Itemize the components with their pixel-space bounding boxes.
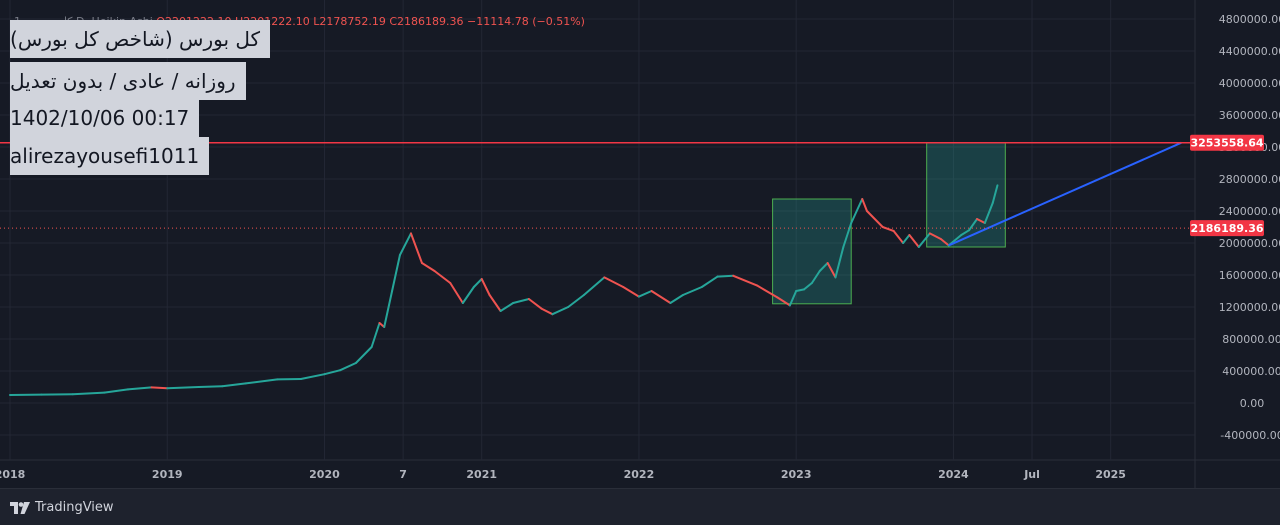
- footer-bar: TradingView: [0, 488, 1280, 525]
- price-label: 2186189.36: [1190, 222, 1263, 235]
- annotation-datetime[interactable]: 1402/10/06 00:17: [10, 99, 199, 137]
- annotation-subtitle[interactable]: روزانه / عادی / بدون تعدیل: [10, 62, 246, 100]
- x-tick-label: 2024: [938, 468, 969, 481]
- close-value: C2186189.36: [389, 15, 463, 28]
- y-tick-label: 2800000.00: [1219, 173, 1280, 186]
- y-tick-label: 4400000.00: [1219, 45, 1280, 58]
- y-tick-label: 4800000.00: [1219, 13, 1280, 26]
- change-value: −11114.78 (−0.51%): [467, 15, 585, 28]
- y-tick-label: 1200000.00: [1219, 301, 1280, 314]
- x-tick-label: 2018: [0, 468, 25, 481]
- price-segment: [152, 387, 168, 388]
- price-segment: [167, 387, 198, 388]
- x-tick-label: 2025: [1095, 468, 1126, 481]
- y-tick-label: 3600000.00: [1219, 109, 1280, 122]
- y-tick-label: 1600000.00: [1219, 269, 1280, 282]
- x-tick-label: Jul: [1023, 468, 1040, 481]
- y-tick-label: -400000.00: [1220, 429, 1280, 442]
- annotation-author[interactable]: alirezayousefi1011: [10, 137, 209, 175]
- price-segment: [718, 276, 734, 277]
- y-tick-label: 2400000.00: [1219, 205, 1280, 218]
- x-tick-label: 7: [399, 468, 407, 481]
- y-tick-label: 2000000.00: [1219, 237, 1280, 250]
- y-tick-label: 800000.00: [1222, 333, 1280, 346]
- y-tick-label: 4000000.00: [1219, 77, 1280, 90]
- price-label: 3253558.64: [1190, 137, 1263, 150]
- annotation-title[interactable]: (کل بورس (شاخص کل بورس: [10, 20, 270, 58]
- low-value: L2178752.19: [313, 15, 386, 28]
- x-tick-label: 2019: [152, 468, 183, 481]
- x-tick-label: 2021: [466, 468, 497, 481]
- rectangle-zone: [773, 199, 852, 304]
- price-segment: [199, 386, 223, 387]
- y-tick-label: 0.00: [1240, 397, 1265, 410]
- x-tick-label: 2022: [624, 468, 655, 481]
- tradingview-logo-icon: [10, 502, 30, 514]
- x-tick-label: 2023: [781, 468, 812, 481]
- tradingview-label: TradingView: [35, 500, 114, 515]
- x-tick-label: 2020: [309, 468, 340, 481]
- tradingview-logo[interactable]: TradingView: [10, 500, 114, 515]
- y-tick-label: 400000.00: [1222, 365, 1280, 378]
